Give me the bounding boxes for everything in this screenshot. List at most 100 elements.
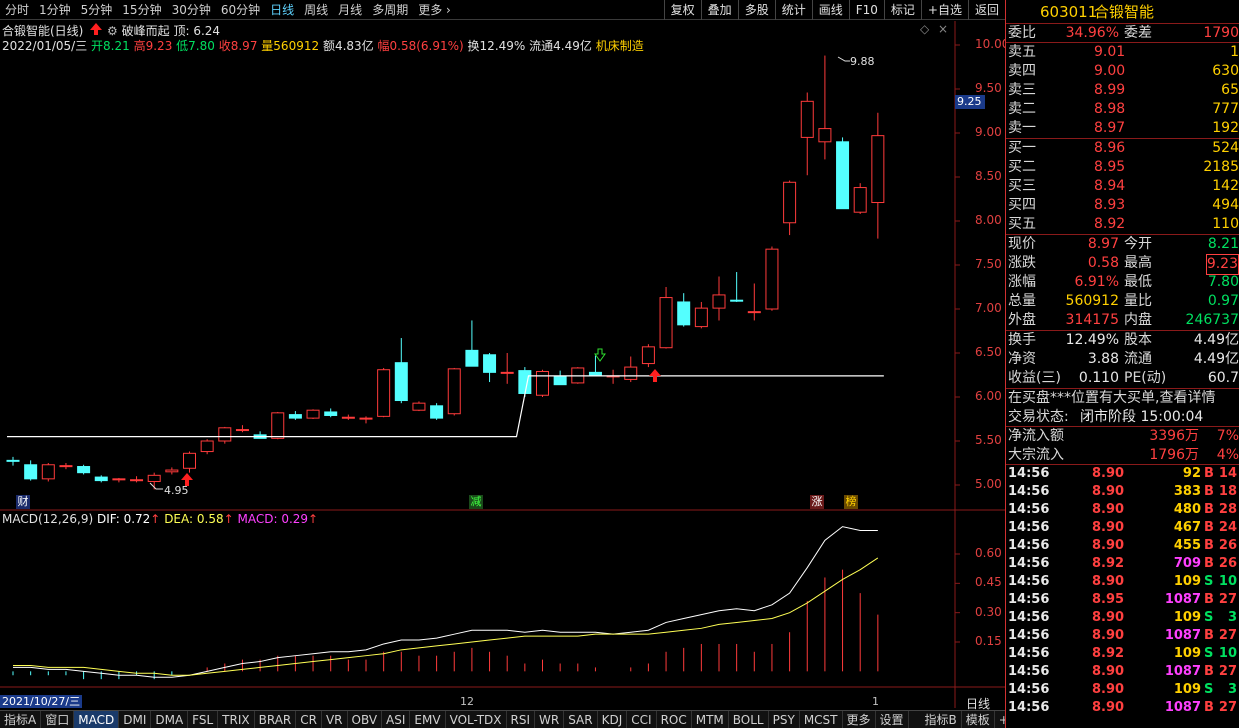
indicator-tab[interactable]: MCST: [800, 711, 843, 728]
kline-chart[interactable]: 9.88 4.95 合锻智能(日线) ⚙ 破峰而起 顶: 6.24 2022/0…: [0, 21, 1009, 711]
indicator-tab[interactable]: BRAR: [255, 711, 297, 728]
limit-up-badge[interactable]: 涨: [810, 495, 824, 509]
bid-price: 8.96: [1094, 140, 1126, 156]
reduce-badge[interactable]: 减: [469, 495, 483, 509]
more-indicators-tab[interactable]: 更多: [843, 711, 876, 728]
indicator-tab[interactable]: KDJ: [598, 711, 628, 728]
indicator-tab[interactable]: OBV: [348, 711, 383, 728]
close-icon[interactable]: ×: [938, 22, 948, 36]
period-tab[interactable]: 60分钟: [216, 0, 265, 20]
tick-time: 14:56: [1008, 610, 1050, 625]
indicator-tab[interactable]: FSL: [188, 711, 219, 728]
indicator-b-tab[interactable]: 指标B: [921, 711, 962, 728]
stats-button[interactable]: 统计: [774, 0, 812, 20]
indicator-tab[interactable]: BOLL: [729, 711, 769, 728]
bid-level[interactable]: 买一 8.96 524: [1006, 139, 1239, 158]
period-tab[interactable]: 5分钟: [76, 0, 118, 20]
bid-level[interactable]: 买五 8.92 110: [1006, 215, 1239, 234]
tick-row: 14:56 8.90 383 B 18: [1006, 483, 1239, 501]
tick-side: B: [1204, 700, 1214, 715]
quote-stat-row[interactable]: 总量 560912 量比 0.97: [1006, 292, 1239, 311]
multi-stock-button[interactable]: 多股: [737, 0, 775, 20]
f10-button[interactable]: F10: [848, 0, 884, 20]
overlay-button[interactable]: 叠加: [700, 0, 738, 20]
quote-stat-row[interactable]: 涨幅 6.91% 最低 7.80: [1006, 273, 1239, 292]
quote-stat-row[interactable]: 外盘 314175 内盘 246737: [1006, 311, 1239, 330]
indicator-tab[interactable]: 窗口: [41, 711, 75, 728]
fundamental-row[interactable]: 收益(三) 0.110 PE(动) 60.7: [1006, 369, 1239, 388]
tick-side: B: [1204, 484, 1214, 499]
period-tab[interactable]: 周线: [299, 0, 333, 20]
indicator-tab[interactable]: 指标A: [0, 711, 42, 728]
ask-level[interactable]: 卖五 9.01 1: [1006, 43, 1239, 62]
indicator-tab[interactable]: MTM: [692, 711, 729, 728]
candle-up: [341, 416, 355, 419]
indicator-tab[interactable]: WR: [535, 711, 565, 728]
ask-level[interactable]: 卖三 8.99 65: [1006, 81, 1239, 100]
indicator-tab[interactable]: VOL-TDX: [446, 711, 507, 728]
macd-axis-label: 0.30: [975, 604, 1002, 619]
quote-stats: 现价 8.97 今开 8.21 涨跌 0.58 最高 9.23 涨幅 6.91% 最低 7.80 总量 5…: [1006, 235, 1239, 331]
big-inflow-pct: 4%: [1216, 447, 1239, 463]
indicator-tab[interactable]: PSY: [769, 711, 800, 728]
tick-row: 14:56 8.90 109 S 3: [1006, 609, 1239, 627]
indicator-tab[interactable]: ASI: [382, 711, 411, 728]
bid-level[interactable]: 买四 8.93 494: [1006, 196, 1239, 215]
collapse-icon[interactable]: ◇: [920, 22, 929, 36]
candle-down: [677, 301, 691, 326]
period-tab[interactable]: 分时: [0, 0, 34, 20]
bid-level[interactable]: 买三 8.94 142: [1006, 177, 1239, 196]
tick-row: 14:56 8.90 1087 B 27: [1006, 699, 1239, 717]
template-tab[interactable]: 模板: [962, 711, 995, 728]
gear-icon[interactable]: ⚙: [107, 24, 118, 38]
quote-stat-row[interactable]: 现价 8.97 今开 8.21: [1006, 235, 1239, 254]
quote-stat-row[interactable]: 涨跌 0.58 最高 9.23: [1006, 254, 1239, 275]
bid-volume: 142: [1212, 178, 1239, 194]
indicator-tab[interactable]: CR: [296, 711, 322, 728]
indicator-tab[interactable]: RSI: [507, 711, 536, 728]
bid-level[interactable]: 买二 8.95 2185: [1006, 158, 1239, 177]
indicator-tab[interactable]: DMI: [119, 711, 152, 728]
bid-volume: 2185: [1203, 159, 1239, 175]
adjust-button[interactable]: 复权: [663, 0, 701, 20]
period-tab[interactable]: 月线: [333, 0, 367, 20]
indicator-tab[interactable]: TRIX: [218, 711, 255, 728]
list-badge[interactable]: 榜: [844, 495, 858, 509]
tick-count: 28: [1218, 502, 1237, 517]
more-periods-button[interactable]: 更多 ›: [413, 0, 456, 20]
period-tab[interactable]: 1分钟: [34, 0, 76, 20]
period-tab[interactable]: 15分钟: [117, 0, 166, 20]
indicator-tab-macd[interactable]: MACD: [74, 711, 120, 728]
draw-line-button[interactable]: 画线: [811, 0, 849, 20]
candle-up: [147, 474, 161, 482]
period-tab[interactable]: 多周期: [367, 0, 413, 20]
tick-count: 3: [1227, 682, 1237, 697]
ask-level[interactable]: 卖四 9.00 630: [1006, 62, 1239, 81]
back-button[interactable]: 返回: [967, 0, 1005, 20]
settings-tab[interactable]: 设置: [876, 711, 909, 728]
indicator-tab[interactable]: VR: [322, 711, 348, 728]
tick-count: 26: [1218, 538, 1237, 553]
net-inflow-pct: 7%: [1216, 428, 1239, 444]
ask-level[interactable]: 卖一 8.97 192: [1006, 119, 1239, 138]
add-watchlist-button[interactable]: +自选: [920, 0, 968, 20]
fundamental-value: 60.7: [1207, 370, 1239, 386]
indicator-tab[interactable]: EMV: [410, 711, 446, 728]
mark-button[interactable]: 标记: [883, 0, 921, 20]
fundamental-row[interactable]: 净资 3.88 流通 4.49亿: [1006, 350, 1239, 369]
indicator-tab[interactable]: SAR: [564, 711, 598, 728]
tick-list[interactable]: 14:56 8.90 92 B 14 14:56 8.90 383 B 18 14:56 8.90 48…: [1006, 465, 1239, 717]
ask-level[interactable]: 卖二 8.98 777: [1006, 100, 1239, 119]
indicator-tab[interactable]: CCI: [627, 711, 657, 728]
indicator-tab[interactable]: DMA: [151, 711, 189, 728]
tick-count: 14: [1218, 466, 1237, 481]
period-tab-daily[interactable]: 日线: [265, 0, 299, 20]
chart-canvas[interactable]: 9.88 4.95: [0, 21, 1005, 708]
big-order-notice[interactable]: 在买盘***位置有大买单,查看详情: [1006, 389, 1239, 408]
indicator-tab[interactable]: ROC: [657, 711, 692, 728]
period-tab[interactable]: 30分钟: [167, 0, 216, 20]
fundamental-row[interactable]: 换手 12.49% 股本 4.49亿: [1006, 331, 1239, 350]
big-inflow-value: 1796万: [1149, 447, 1199, 463]
finance-badge[interactable]: 财: [16, 495, 30, 509]
amount-value: 额4.83亿: [322, 39, 374, 53]
